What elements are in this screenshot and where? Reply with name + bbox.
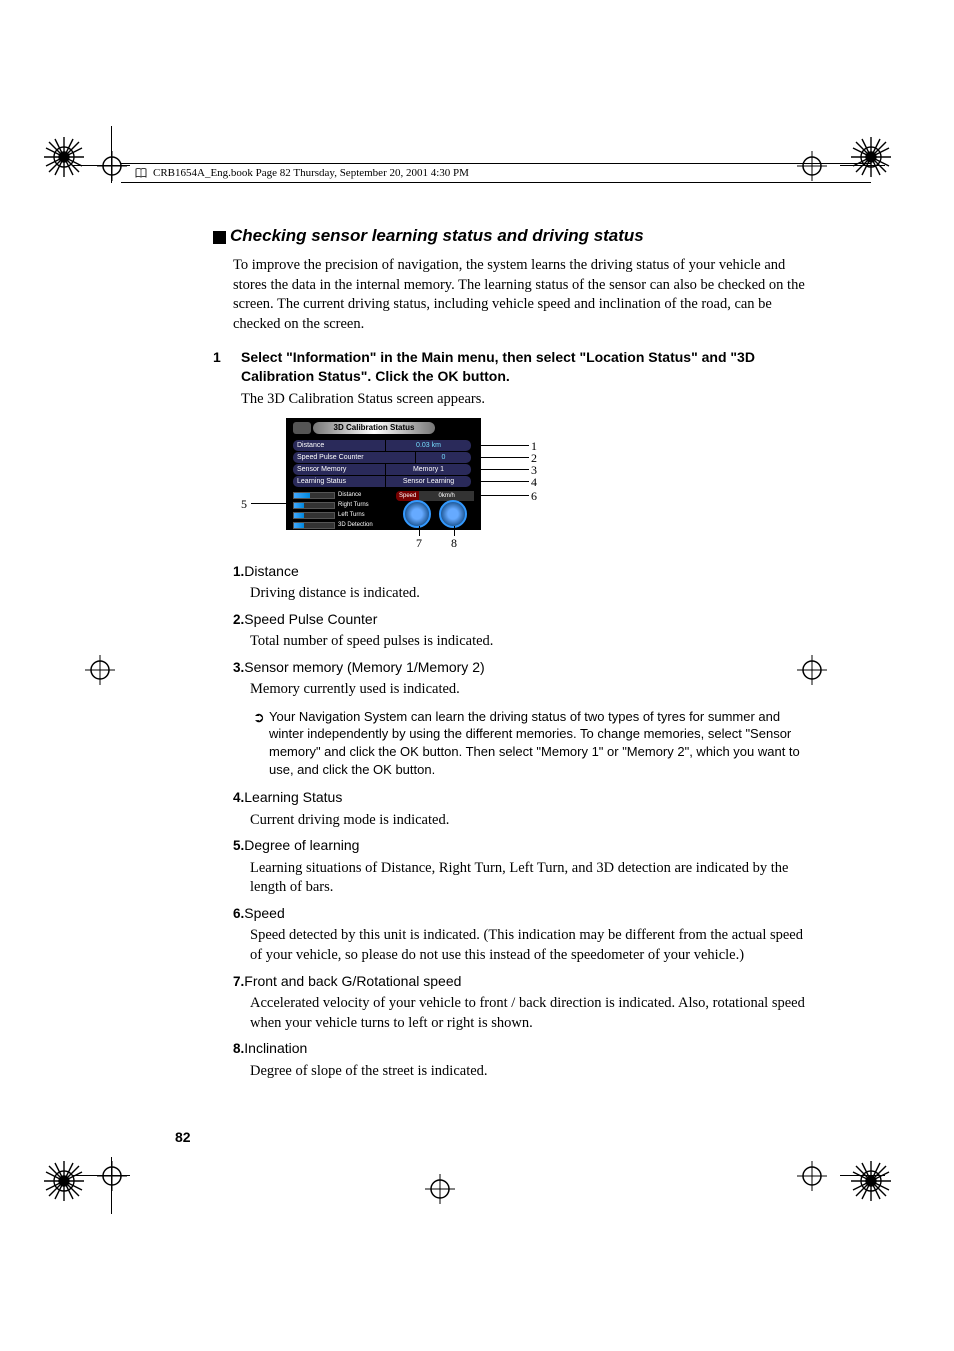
definition-list: 1.Distance Driving distance is indicated… [213,562,808,1082]
starburst-icon [43,136,85,178]
step-followup: The 3D Calibration Status screen appears… [241,390,808,410]
item-4: 4.Learning Status [233,788,808,809]
item-3: 3.Sensor memory (Memory 1/Memory 2) [233,658,808,679]
note-text: Your Navigation System can learn the dri… [269,708,808,778]
square-bullet-icon [213,231,226,244]
step-text: Select "Information" in the Main menu, t… [241,348,808,386]
step-number: 1 [213,348,241,386]
starburst-icon [850,1160,892,1202]
figure-title: 3D Calibration Status [313,422,435,434]
item-2: 2.Speed Pulse Counter [233,610,808,631]
item-1: 1.Distance [233,562,808,583]
page-content: Checking sensor learning status and driv… [213,225,808,1087]
item-7: 7.Front and back G/Rotational speed [233,972,808,993]
intro-paragraph: To improve the precision of navigation, … [233,256,808,334]
callout-8: 8 [451,535,457,551]
note-block: ➲ Your Navigation System can learn the d… [253,708,808,778]
book-icon [135,168,147,178]
header-text: CRB1654A_Eng.book Page 82 Thursday, Sept… [153,167,469,179]
step-1: 1 Select "Information" in the Main menu,… [213,348,808,386]
registration-mark-icon [85,655,115,685]
calibration-figure: 3D Calibration Status Distance 0.03 km S… [241,418,808,548]
item-6: 6.Speed [233,904,808,925]
callout-6: 6 [531,488,537,504]
starburst-icon [43,1160,85,1202]
registration-mark-icon [797,1161,827,1191]
registration-mark-icon [97,1161,127,1191]
callout-7: 7 [416,535,422,551]
document-header: CRB1654A_Eng.book Page 82 Thursday, Sept… [121,163,871,183]
callout-5: 5 [241,496,247,512]
page-number: 82 [175,1129,191,1145]
section-title: Checking sensor learning status and driv… [213,225,808,248]
item-8: 8.Inclination [233,1039,808,1060]
item-5: 5.Degree of learning [233,836,808,857]
registration-mark-icon [425,1174,455,1204]
note-arrow-icon: ➲ [253,708,269,778]
